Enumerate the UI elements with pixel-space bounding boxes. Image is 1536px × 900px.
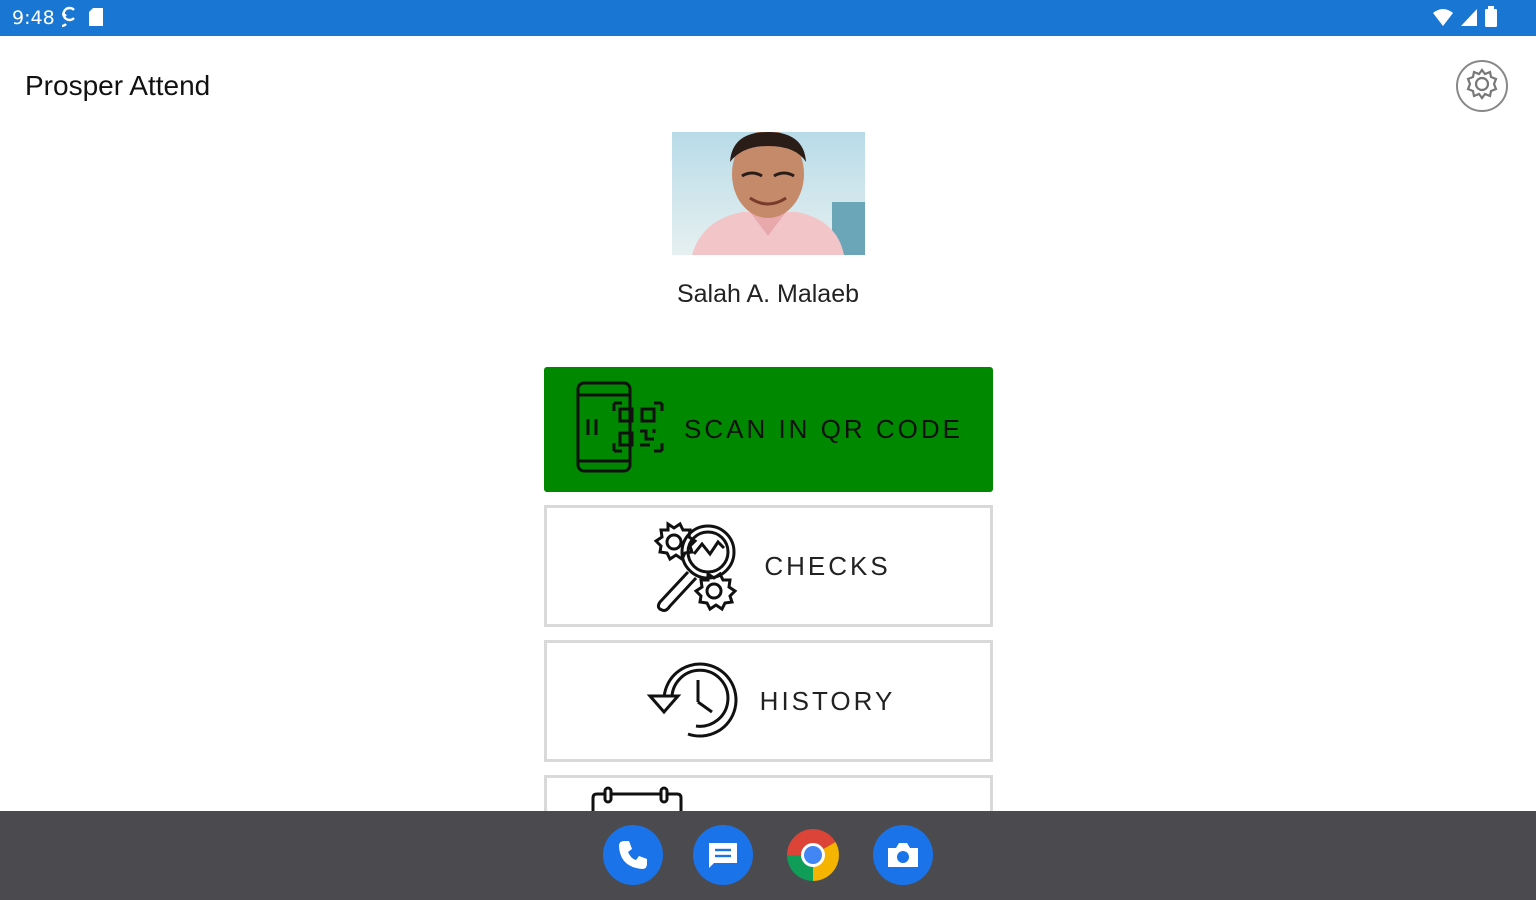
settings-button[interactable] — [1456, 60, 1508, 112]
battery-icon — [1484, 6, 1498, 33]
dock — [0, 811, 1536, 900]
status-time: 9:48 — [12, 7, 55, 29]
phone-qr-icon — [574, 381, 666, 478]
status-right-icons — [1432, 6, 1498, 33]
user-name: Salah A. Malaeb — [676, 280, 860, 308]
signal-icon — [1460, 7, 1478, 32]
app-title: Prosper Attend — [25, 70, 211, 101]
camera-icon[interactable] — [873, 825, 933, 885]
checks-button[interactable]: CHECKS — [544, 505, 993, 627]
status-left-icons — [54, 6, 104, 33]
sd-card-icon — [88, 7, 104, 32]
wifi-icon — [1432, 7, 1454, 32]
gear-magnifier-icon — [646, 514, 746, 619]
history-button[interactable]: HISTORY — [544, 640, 993, 762]
chrome-icon[interactable] — [783, 825, 843, 885]
history-label: HISTORY — [759, 685, 896, 716]
status-bar: 9:48 — [0, 0, 1536, 36]
checks-label: CHECKS — [764, 550, 891, 581]
scan-qr-button[interactable]: SCAN IN QR CODE — [544, 367, 993, 492]
dock-icons — [603, 825, 933, 885]
messages-icon[interactable] — [693, 825, 753, 885]
phone-icon[interactable] — [603, 825, 663, 885]
profile-photo — [672, 132, 865, 255]
gear-icon — [1463, 65, 1501, 108]
scan-qr-label: SCAN IN QR CODE — [683, 414, 964, 444]
sync-icon — [54, 6, 78, 33]
history-clock-icon — [642, 654, 742, 749]
